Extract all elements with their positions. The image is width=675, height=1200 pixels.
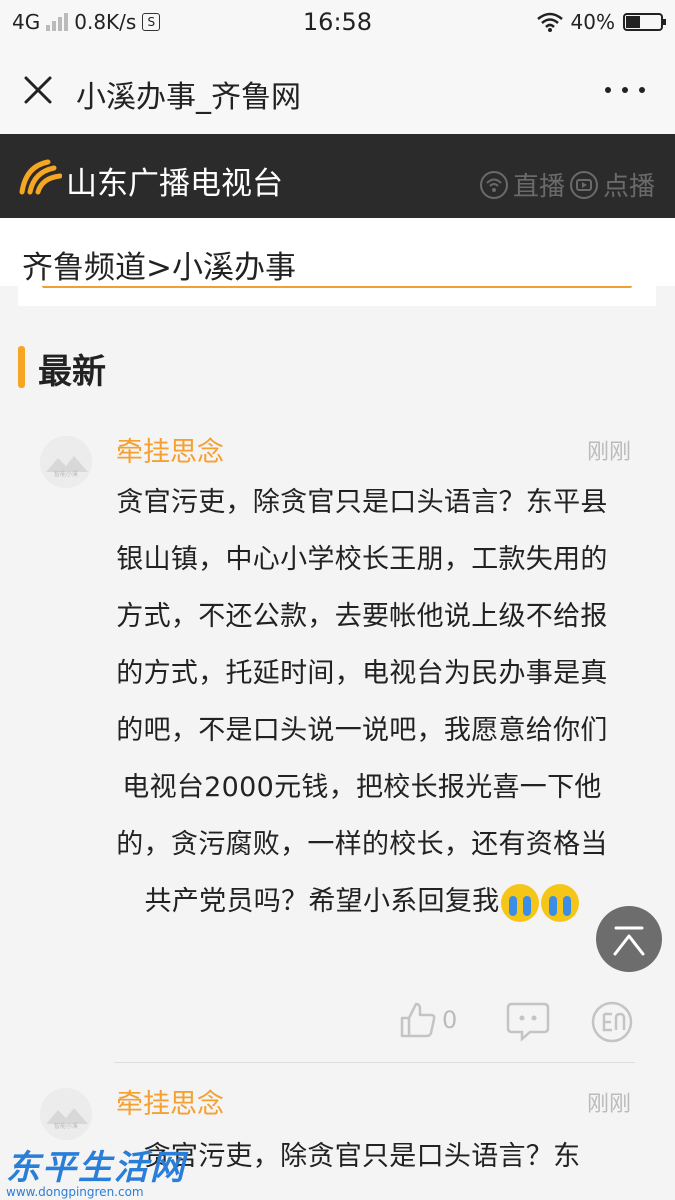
comment-time: 刚刚 [586, 440, 631, 465]
broadcast-icon [479, 170, 508, 199]
close-icon[interactable] [18, 70, 58, 110]
brand-header: 山东广播电视台 直播 点播 [0, 134, 675, 218]
comment-text: 贪官污吏，除贪官只是口头语言？东平县银山镇，中心小学校长王朋，工款失用的方式，不… [116, 474, 608, 930]
comment-text: 贪官污吏，除贪官只是口头语言？东 [143, 1141, 581, 1172]
comment-username[interactable]: 牵挂思念 [116, 430, 224, 469]
battery-icon [623, 13, 666, 31]
status-bar: 4G 0.8K/s S 16:58 40% [0, 0, 675, 46]
play-icon [569, 170, 598, 199]
comment-icon[interactable] [506, 1000, 550, 1042]
vod-link[interactable]: 点播 [569, 166, 655, 203]
thumb-up-icon [400, 1002, 436, 1038]
section-title: 最新 [38, 352, 106, 392]
section-accent [18, 346, 25, 388]
page-title: 小溪办事_齐鲁网 [76, 80, 301, 115]
logo-icon[interactable] [18, 158, 62, 196]
crying-emoji-icon [541, 883, 580, 922]
crying-emoji-icon [501, 883, 540, 922]
like-button[interactable]: 0 [398, 1000, 457, 1040]
search-strip [18, 286, 656, 306]
watermark: 东平生活网 www.dongpingren.com [6, 1140, 186, 1199]
battery-percent: 40% [570, 10, 615, 34]
avatar[interactable]: 智能小溪 [40, 436, 92, 488]
breadcrumb-bar: 齐鲁频道>小溪办事 [0, 218, 675, 286]
back-to-top-button[interactable] [596, 906, 662, 972]
avatar[interactable]: 智能小溪 [40, 1088, 92, 1140]
arrow-up-icon [613, 926, 645, 956]
like-count: 0 [442, 1006, 458, 1034]
comment-username[interactable]: 牵挂思念 [116, 1082, 224, 1121]
wifi-icon [536, 12, 563, 32]
comment-divider [114, 1062, 635, 1063]
brand-name: 山东广播电视台 [66, 166, 283, 202]
comment-actions: 0 [0, 1000, 675, 1050]
more-icon[interactable] [605, 74, 645, 106]
breadcrumb[interactable]: 齐鲁频道>小溪办事 [22, 242, 296, 287]
live-label: 直播 [512, 172, 565, 202]
watermark-name: 东平生活网 [6, 1148, 186, 1188]
comment-time: 刚刚 [586, 1092, 631, 1117]
share-icon[interactable] [590, 1000, 634, 1044]
live-link[interactable]: 直播 [479, 166, 565, 203]
vod-label: 点播 [602, 172, 655, 202]
title-bar: 小溪办事_齐鲁网 [0, 46, 675, 134]
